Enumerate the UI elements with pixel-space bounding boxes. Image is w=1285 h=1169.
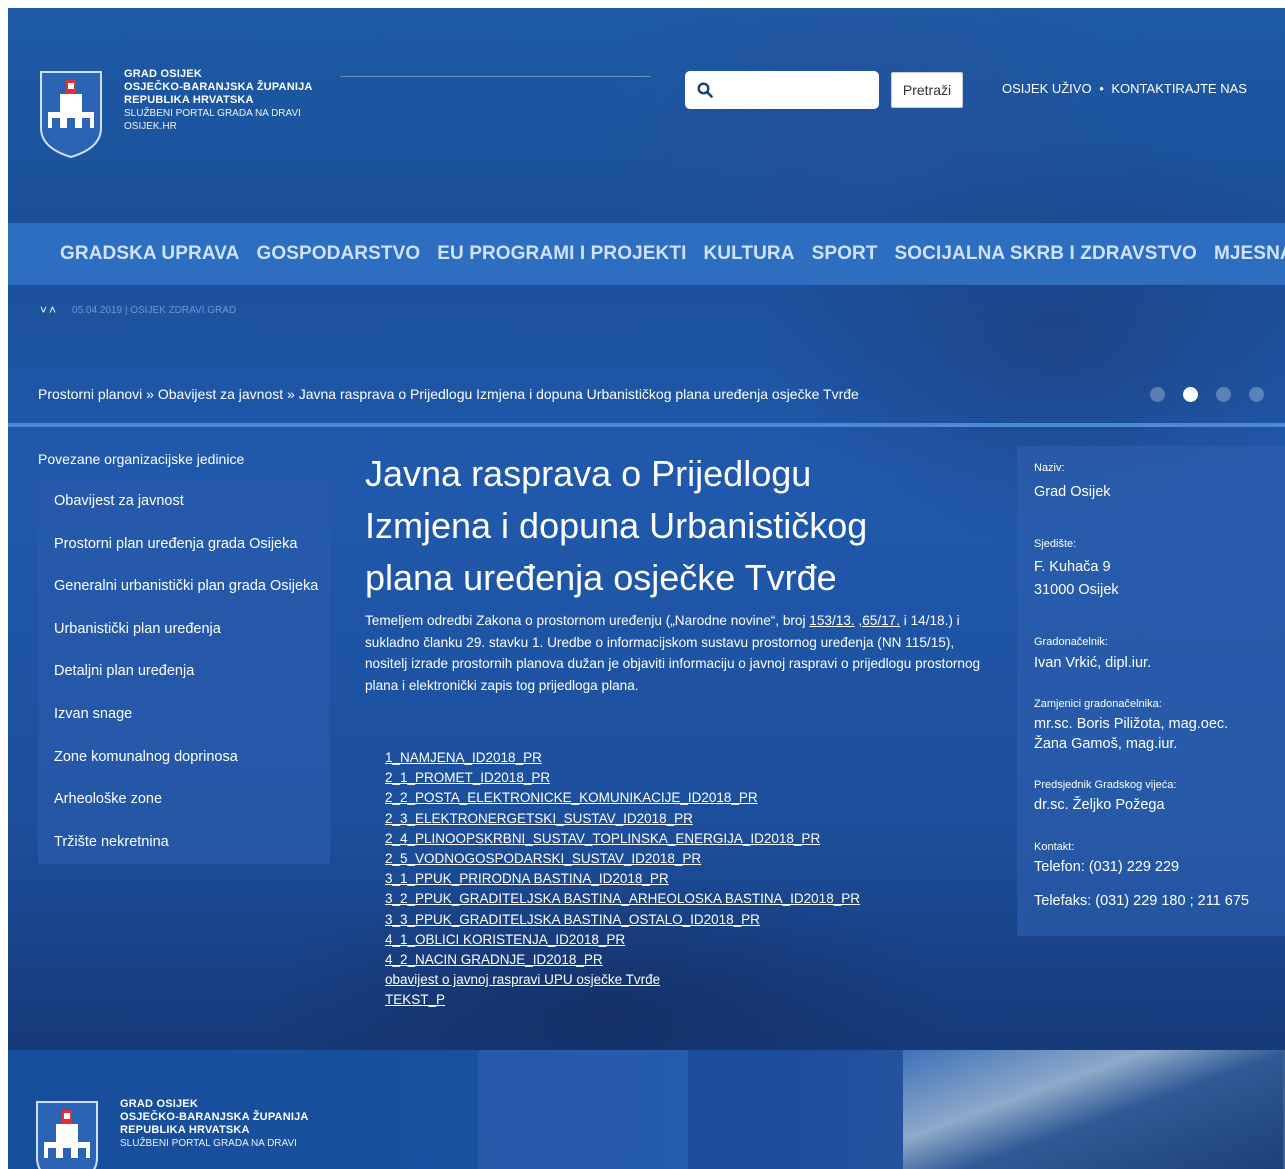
- document-link[interactable]: 2_3_ELEKTRONERGETSKI_SUSTAV_ID2018_PR: [385, 809, 860, 829]
- breadcrumb-item-1[interactable]: Prostorni planovi: [38, 386, 142, 402]
- sjediste-postal: 31000 Osijek: [1034, 582, 1119, 598]
- document-link[interactable]: 4_2_NACIN GRADNJE_ID2018_PR: [385, 950, 860, 970]
- page-title: Javna rasprava o Prijedlogu Izmjena i do…: [365, 453, 868, 598]
- zamjenik-1: mr.sc. Boris Piližota, mag.oec.: [1034, 716, 1229, 732]
- top-links: OSIJEK UŽIVO • KONTAKTIRAJTE NAS: [1002, 81, 1247, 96]
- page: GRAD OSIJEK OSJEČKO-BARANJSKA ŽUPANIJA R…: [8, 8, 1285, 1169]
- footer-logo-line-1: GRAD OSIJEK: [120, 1098, 198, 1110]
- nav-mjesna-samouprava[interactable]: MJESNA SAMOUPRAVA: [1214, 243, 1285, 265]
- slider-dots: [1150, 387, 1282, 402]
- gradonacelnik-value: Ivan Vrkić, dipl.iur.: [1034, 655, 1152, 671]
- document-link[interactable]: TEKST_P: [385, 990, 860, 1010]
- header-logo[interactable]: GRAD OSIJEK OSJEČKO-BARANJSKA ŽUPANIJA R…: [40, 68, 313, 158]
- logo-line-1: GRAD OSIJEK: [124, 68, 202, 80]
- sidebar-title: Povezane organizacijske jedinice: [38, 451, 245, 467]
- nav-kultura[interactable]: KULTURA: [703, 243, 794, 265]
- footer-logo-line-3: REPUBLIKA HRVATSKA: [120, 1124, 250, 1136]
- search-icon: [697, 82, 713, 98]
- search-box[interactable]: [685, 71, 879, 109]
- top-links-separator: •: [1099, 81, 1104, 96]
- breadcrumb-separator: »: [146, 386, 154, 402]
- document-link[interactable]: 2_1_PROMET_ID2018_PR: [385, 768, 860, 788]
- law-link-65-17[interactable]: 65/17.: [862, 613, 900, 628]
- zamjenici-label: Zamjenici gradonačelnika:: [1034, 698, 1162, 710]
- telefon[interactable]: Telefon: (031) 229 229: [1034, 857, 1179, 878]
- sidebar-item-urbanisticki-plan[interactable]: Urbanistički plan uređenja: [38, 608, 330, 651]
- breadcrumb-current: Javna rasprava o Prijedlogu Izmjena i do…: [298, 386, 859, 402]
- naziv-value: Grad Osijek: [1034, 484, 1111, 500]
- sidebar-item-zone-komunalnog[interactable]: Zone komunalnog doprinosa: [38, 736, 330, 779]
- nav-gradska-uprava[interactable]: GRADSKA UPRAVA: [60, 243, 239, 265]
- nav-gospodarstvo[interactable]: GOSPODARSTVO: [256, 243, 420, 265]
- section-divider: [8, 423, 1285, 427]
- logo-line-2: OSJEČKO-BARANJSKA ŽUPANIJA: [124, 81, 313, 93]
- gradonacelnik-label: Gradonačelnik:: [1034, 636, 1108, 648]
- document-link[interactable]: 3_3_PPUK_GRADITELJSKA BASTINA_OSTALO_ID2…: [385, 910, 860, 930]
- intro-text-a: Temeljem odredbi Zakona o prostornom ure…: [365, 613, 810, 628]
- slider-dot-active[interactable]: [1183, 387, 1198, 402]
- slider-dot[interactable]: [1249, 387, 1264, 402]
- sjediste-label: Sjedište:: [1034, 538, 1077, 550]
- sidebar: Obavijest za javnost Prostorni plan uređ…: [38, 480, 330, 864]
- document-link[interactable]: 4_1_OBLICI KORISTENJA_ID2018_PR: [385, 930, 860, 950]
- logo-subtitle: SLUŽBENI PORTAL GRADA NA DRAVI: [124, 108, 301, 119]
- naziv-label: Naziv:: [1034, 462, 1065, 474]
- breadcrumb: Prostorni planovi » Obavijest za javnost…: [38, 386, 859, 402]
- sidebar-item-trziste-nekretnina[interactable]: Tržište nekretnina: [38, 821, 330, 864]
- document-link[interactable]: 2_2_POSTA_ELEKTRONICKE_KOMUNIKACIJE_ID20…: [385, 788, 860, 808]
- intro-paragraph: Temeljem odredbi Zakona o prostornom ure…: [365, 610, 993, 696]
- main-nav: GRADSKA UPRAVA GOSPODARSTVO EU PROGRAMI …: [8, 223, 1285, 285]
- search-button[interactable]: Pretraži: [891, 72, 963, 108]
- nav-sport[interactable]: SPORT: [812, 243, 878, 265]
- city-info-panel: Naziv: Grad Osijek Sjedište: F. Kuhača 9…: [1017, 446, 1285, 936]
- sidebar-item-detaljni-plan[interactable]: Detaljni plan uređenja: [38, 650, 330, 693]
- nav-socijalna-skrb[interactable]: SOCIJALNA SKRB I ZDRAVSTVO: [895, 243, 1197, 265]
- coat-of-arms-logo: [40, 71, 102, 158]
- slider-dot[interactable]: [1216, 387, 1231, 402]
- footer-logo-line-2: OSJEČKO-BARANJSKA ŽUPANIJA: [120, 1111, 309, 1123]
- telefaks: Telefaks: (031) 229 180 ; 211 675: [1034, 893, 1249, 909]
- kontakt-label: Kontakt:: [1034, 841, 1075, 853]
- slider-dot[interactable]: [1150, 387, 1165, 402]
- zamjenik-2: Žana Gamoš, mag.iur.: [1034, 736, 1178, 752]
- sidebar-item-izvan-snage[interactable]: Izvan snage: [38, 693, 330, 736]
- document-link[interactable]: 3_2_PPUK_GRADITELJSKA BASTINA_ARHEOLOSKA…: [385, 889, 860, 909]
- logo-site: OSIJEK.HR: [124, 121, 177, 132]
- header-divider: [340, 76, 650, 77]
- law-link-153-13[interactable]: 153/13.: [809, 613, 854, 628]
- sidebar-item-arheoloske-zone[interactable]: Arheološke zone: [38, 778, 330, 821]
- search-input[interactable]: [721, 71, 875, 109]
- sidebar-item-obavijest[interactable]: Obavijest za javnost: [38, 480, 330, 523]
- coat-of-arms-logo: [36, 1101, 98, 1169]
- link-osijek-uzivo[interactable]: OSIJEK UŽIVO: [1002, 81, 1092, 96]
- ticker-chevrons-icon[interactable]: ˅˄: [40, 303, 58, 317]
- sidebar-item-prostorni-plan[interactable]: Prostorni plan uređenja grada Osijeka: [38, 523, 330, 566]
- news-ticker: ˅˄ 05.04.2019 | OSIJEK ZDRAVI GRAD: [40, 303, 236, 317]
- document-link[interactable]: obavijest o javnoj raspravi UPU osječke …: [385, 970, 860, 990]
- footer-tile: [688, 1050, 903, 1169]
- breadcrumb-item-2[interactable]: Obavijest za javnost: [158, 386, 283, 402]
- ticker-text[interactable]: 05.04.2019 | OSIJEK ZDRAVI GRAD: [72, 305, 236, 316]
- footer-logo-subtitle: SLUŽBENI PORTAL GRADA NA DRAVI: [120, 1138, 297, 1149]
- link-kontakt[interactable]: KONTAKTIRAJTE NAS: [1111, 81, 1247, 96]
- document-link[interactable]: 2_4_PLINOOPSKRBNI_SUSTAV_TOPLINSKA_ENERG…: [385, 829, 860, 849]
- footer-logo[interactable]: GRAD OSIJEK OSJEČKO-BARANJSKA ŽUPANIJA R…: [36, 1098, 309, 1169]
- document-list: 1_NAMJENA_ID2018_PR 2_1_PROMET_ID2018_PR…: [385, 748, 860, 1011]
- breadcrumb-separator: »: [287, 386, 295, 402]
- sidebar-item-generalni-plan[interactable]: Generalni urbanistički plan grada Osijek…: [38, 565, 330, 608]
- logo-line-3: REPUBLIKA HRVATSKA: [124, 94, 254, 106]
- document-link[interactable]: 1_NAMJENA_ID2018_PR: [385, 748, 860, 768]
- footer-image: [903, 1050, 1283, 1169]
- footer-tile: [478, 1050, 688, 1169]
- document-link[interactable]: 3_1_PPUK_PRIRODNA BASTINA_ID2018_PR: [385, 869, 860, 889]
- sjediste-address: F. Kuhača 9: [1034, 559, 1111, 575]
- document-link[interactable]: 2_5_VODNOGOSPODARSKI_SUSTAV_ID2018_PR: [385, 849, 860, 869]
- nav-eu-programi[interactable]: EU PROGRAMI I PROJEKTI: [437, 243, 686, 265]
- predsjednik-label: Predsjednik Gradskog vijeća:: [1034, 779, 1177, 791]
- predsjednik-value: dr.sc. Željko Požega: [1034, 797, 1165, 813]
